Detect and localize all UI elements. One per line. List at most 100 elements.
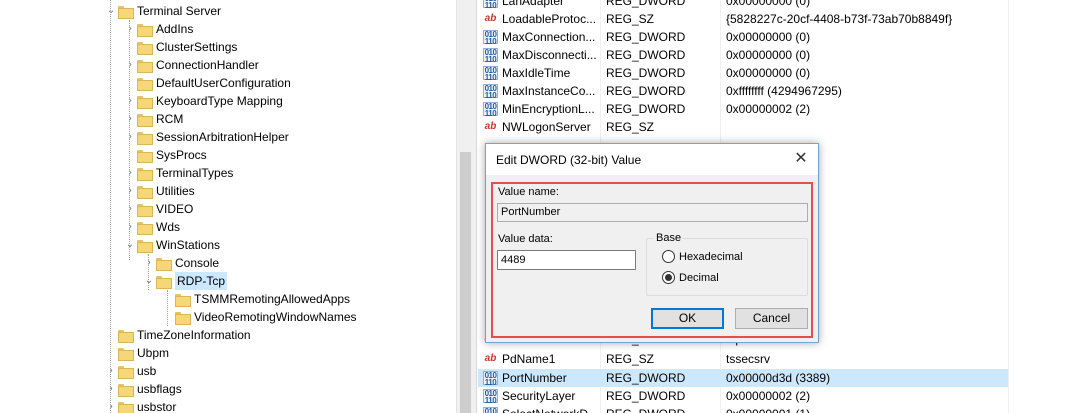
value-data-label: Value data: bbox=[498, 233, 553, 245]
tree-item[interactable]: TimeZoneInformation bbox=[104, 326, 251, 344]
chevron-right-icon[interactable]: › bbox=[104, 380, 118, 398]
hexadecimal-radio[interactable]: Hexadecimal bbox=[662, 250, 743, 263]
tree-item[interactable]: DefaultUserConfiguration bbox=[123, 74, 291, 92]
value-type-cell: REG_DWORD bbox=[606, 0, 686, 8]
table-row[interactable]: 010 110 MaxIdleTime REG_DWORD 0x00000000 (0) bbox=[478, 64, 1008, 82]
chevron-down-icon[interactable]: ⌄ bbox=[104, 2, 118, 20]
tree-item[interactable]: › usb bbox=[104, 362, 156, 380]
value-type-cell: REG_SZ bbox=[606, 352, 655, 366]
chevron-down-icon[interactable]: ⌄ bbox=[123, 236, 137, 254]
chevron-right-icon[interactable]: › bbox=[123, 200, 137, 218]
tree-item[interactable]: VideoRemotingWindowNames bbox=[161, 308, 357, 326]
value-name-cell: PdName1 bbox=[502, 352, 556, 366]
radio-circle-icon[interactable] bbox=[662, 250, 675, 263]
tree-item-label: AddIns bbox=[156, 22, 194, 36]
tree-item[interactable]: › Wds bbox=[123, 218, 180, 236]
edit-dword-dialog: Edit DWORD (32-bit) Value ✕ Value name: … bbox=[485, 143, 819, 343]
folder-icon bbox=[137, 23, 153, 37]
folder-icon bbox=[156, 275, 172, 289]
chevron-right-icon[interactable]: › bbox=[123, 182, 137, 200]
chevron-right-icon[interactable]: › bbox=[123, 218, 137, 236]
tree-item-label: ClusterSettings bbox=[156, 40, 238, 54]
chevron-right-icon[interactable]: › bbox=[123, 92, 137, 110]
table-row[interactable]: ab LoadableProtoc... REG_SZ {5828227c-20cf-… bbox=[478, 10, 1008, 28]
chevron-right-icon[interactable]: › bbox=[123, 128, 137, 146]
table-row[interactable]: 010 110 PortNumber REG_DWORD 0x00000d3d (338… bbox=[478, 369, 1008, 387]
value-data-cell: {5828227c-20cf-4408-b73f-73ab70b8849f} bbox=[726, 12, 953, 26]
table-row[interactable]: 010 110 MaxConnection... REG_DWORD 0x0000000… bbox=[478, 28, 1008, 46]
dword-icon: 010110 bbox=[483, 102, 498, 118]
chevron-right-icon[interactable]: › bbox=[123, 56, 137, 74]
tree-item[interactable]: › Console bbox=[142, 254, 219, 272]
chevron-right-icon[interactable]: › bbox=[123, 110, 137, 128]
value-type-cell: REG_DWORD bbox=[606, 30, 686, 44]
table-row[interactable]: ab PdName1 REG_SZ tssecsrv bbox=[478, 350, 1008, 368]
chevron-right-icon[interactable]: › bbox=[123, 164, 137, 182]
tree-item[interactable]: › TerminalTypes bbox=[123, 164, 233, 182]
dword-icon: 010110 bbox=[483, 84, 498, 100]
cancel-button[interactable]: Cancel bbox=[735, 308, 808, 329]
value-name-cell: SecurityLayer bbox=[502, 389, 576, 403]
column-divider bbox=[1008, 0, 1009, 413]
tree-item[interactable]: › KeyboardType Mapping bbox=[123, 92, 283, 110]
folder-icon bbox=[137, 203, 153, 217]
dword-icon: 010110 bbox=[483, 48, 498, 64]
value-name-label: Value name: bbox=[498, 186, 559, 198]
tree-item[interactable]: ⌄ Terminal Server bbox=[104, 2, 221, 20]
string-icon: ab bbox=[484, 13, 497, 24]
value-data-input[interactable]: 4489 bbox=[497, 250, 636, 270]
tree-item[interactable]: Ubpm bbox=[104, 344, 169, 362]
table-row[interactable]: 010110 LanAdapter REG_DWORD 0x00000000 (0) bbox=[478, 0, 1008, 10]
value-name-cell: PortNumber bbox=[502, 371, 567, 385]
tree-item[interactable]: › Utilities bbox=[123, 182, 195, 200]
tree-item[interactable]: › RCM bbox=[123, 110, 183, 128]
table-row[interactable]: 010 110 SecurityLayer REG_DWORD 0x00000002 (… bbox=[478, 387, 1008, 405]
close-icon[interactable]: ✕ bbox=[790, 148, 812, 170]
tree-item[interactable]: › usbstor bbox=[104, 398, 176, 413]
tree-item[interactable]: › ConnectionHandler bbox=[123, 56, 259, 74]
chevron-right-icon[interactable]: › bbox=[123, 20, 137, 38]
value-name-cell: MaxInstanceCo... bbox=[502, 84, 596, 98]
tree-item[interactable]: SysProcs bbox=[123, 146, 207, 164]
table-row[interactable]: 010 110 MaxDisconnecti... REG_DWORD 0x000000… bbox=[478, 46, 1008, 64]
base-groupbox bbox=[646, 238, 808, 296]
chevron-down-icon[interactable]: ⌄ bbox=[142, 272, 156, 290]
decimal-radio[interactable]: Decimal bbox=[662, 271, 719, 284]
tree-item-label: ConnectionHandler bbox=[156, 58, 259, 72]
value-data-cell: 0x00000000 (0) bbox=[726, 30, 811, 44]
chevron-right-icon[interactable]: › bbox=[104, 398, 118, 413]
dialog-titlebar[interactable]: Edit DWORD (32-bit) Value ✕ bbox=[486, 144, 818, 175]
tree-item[interactable]: ⌄ WinStations bbox=[123, 236, 220, 254]
registry-key-tree[interactable]: ⌄ Terminal Server › AddIns ClusterSettings › C… bbox=[0, 0, 456, 413]
radio-circle-icon[interactable] bbox=[662, 271, 675, 284]
tree-item[interactable]: › AddIns bbox=[123, 20, 193, 38]
value-type-cell: REG_SZ bbox=[606, 12, 655, 26]
value-name-cell: MinEncryptionL... bbox=[502, 102, 595, 116]
tree-item[interactable]: › usbflags bbox=[104, 380, 182, 398]
tree-item[interactable]: › SessionArbitrationHelper bbox=[123, 128, 289, 146]
chevron-right-icon[interactable]: › bbox=[142, 254, 156, 272]
tree-item[interactable]: ClusterSettings bbox=[123, 38, 237, 56]
tree-guide-line bbox=[129, 20, 130, 260]
value-type-cell: REG_SZ bbox=[606, 120, 655, 134]
tree-item[interactable]: › VIDEO bbox=[123, 200, 193, 218]
tree-item[interactable]: ⌄ RDP-Tcp bbox=[142, 272, 228, 290]
table-row[interactable]: ab NWLogonServer REG_SZ bbox=[478, 118, 1008, 136]
folder-icon bbox=[137, 59, 153, 73]
ok-button[interactable]: OK bbox=[651, 308, 724, 329]
tree-scrollbar-thumb[interactable] bbox=[460, 152, 471, 413]
value-name-cell: LanAdapter bbox=[502, 0, 565, 8]
pane-splitter[interactable] bbox=[473, 0, 477, 413]
table-row[interactable]: 010 110 MaxInstanceCo... REG_DWORD 0xfffffff… bbox=[478, 82, 1008, 100]
folder-icon bbox=[137, 149, 153, 163]
tree-scrollbar[interactable] bbox=[456, 0, 473, 413]
table-row[interactable]: 010110 SelectNetworkD... REG_DWORD 0x000000… bbox=[478, 405, 1008, 413]
base-label: Base bbox=[654, 232, 684, 244]
tree-item[interactable]: TSMMRemotingAllowedApps bbox=[161, 290, 350, 308]
table-row[interactable]: 010 110 MinEncryptionL... REG_DWORD 0x000000… bbox=[478, 100, 1008, 118]
value-data-cell: 0x00000001 (1) bbox=[726, 405, 1006, 413]
chevron-right-icon[interactable]: › bbox=[104, 362, 118, 380]
tree-item-label: Terminal Server bbox=[137, 4, 222, 18]
tree-item-label: Wds bbox=[156, 220, 180, 234]
folder-icon bbox=[137, 221, 153, 235]
